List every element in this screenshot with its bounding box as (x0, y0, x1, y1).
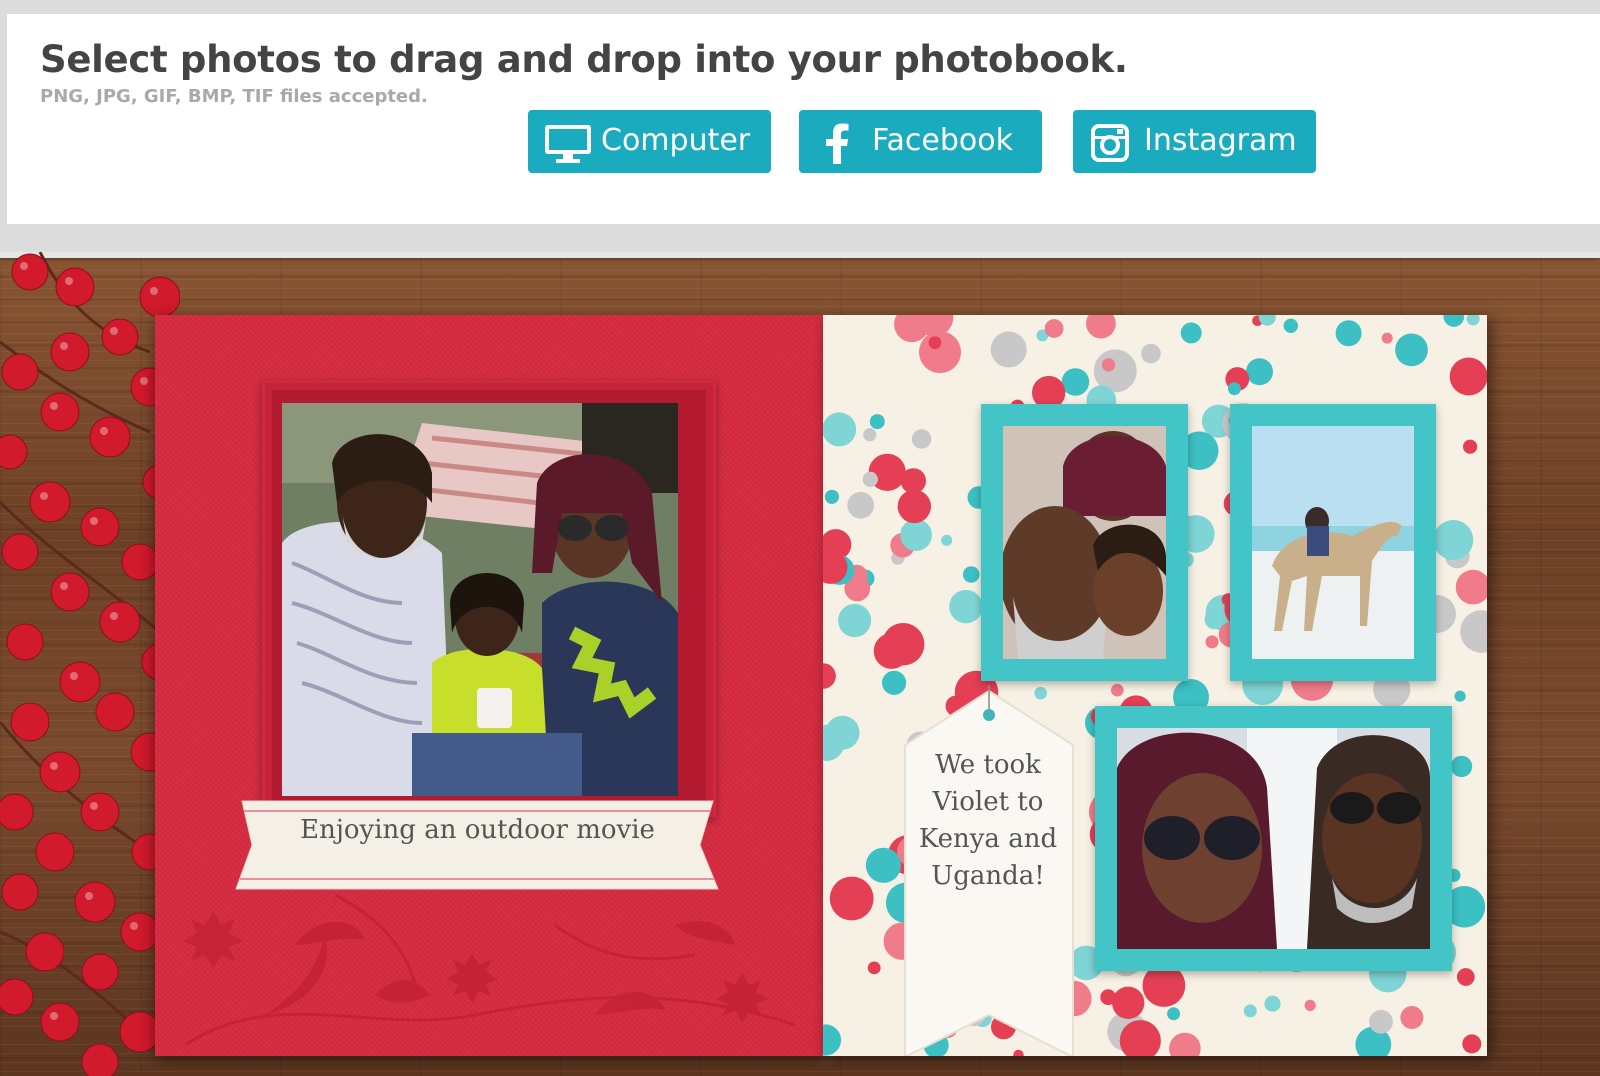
left-page-caption[interactable]: Enjoying an outdoor movie (236, 815, 719, 845)
selfie-photo-image (1003, 426, 1166, 659)
instagram-button-label: Instagram (1144, 123, 1297, 158)
caption-line: We took (935, 750, 1041, 780)
instagram-upload-button[interactable]: Instagram (1073, 110, 1316, 173)
camel-photo-slot[interactable] (1252, 426, 1414, 659)
caption-ribbon (235, 800, 719, 890)
caption-line: Kenya and (918, 824, 1058, 854)
monitor-icon (545, 125, 591, 163)
right-page[interactable]: We took Violet to Kenya and Uganda! (823, 315, 1487, 1056)
facebook-upload-button[interactable]: Facebook (799, 110, 1042, 173)
panel-divider (0, 252, 1600, 258)
accepted-formats-text: PNG, JPG, GIF, BMP, TIF files accepted. (40, 86, 428, 107)
holly-berries-decoration (0, 252, 180, 1076)
photo-frame-top-left[interactable] (981, 404, 1188, 681)
couple-selfie-photo-slot[interactable] (1117, 728, 1430, 949)
couple-selfie-photo-image (1117, 728, 1430, 949)
caption-line: Violet to (932, 787, 1044, 817)
left-page[interactable]: Enjoying an outdoor movie (155, 315, 823, 1056)
facebook-icon (826, 123, 849, 164)
selfie-photo-slot[interactable] (1003, 426, 1166, 659)
camel-photo-image (1252, 426, 1414, 659)
family-photo-slot[interactable] (282, 403, 678, 796)
computer-upload-button[interactable]: Computer (528, 110, 771, 173)
computer-button-label: Computer (601, 123, 751, 158)
caption-line: Uganda! (931, 861, 1045, 891)
photo-frame-top-right[interactable] (1230, 404, 1436, 681)
facebook-button-label: Facebook (872, 123, 1013, 158)
right-page-caption[interactable]: We took Violet to Kenya and Uganda! (903, 747, 1073, 895)
photobook-canvas[interactable]: Enjoying an outdoor movie We took Violet… (0, 252, 1600, 1076)
photo-frame-bottom[interactable] (1095, 706, 1452, 971)
instagram-icon (1091, 124, 1129, 162)
page-title: Select photos to drag and drop into your… (40, 38, 1128, 81)
upload-panel: Select photos to drag and drop into your… (7, 14, 1600, 224)
family-photo-image (282, 403, 678, 796)
